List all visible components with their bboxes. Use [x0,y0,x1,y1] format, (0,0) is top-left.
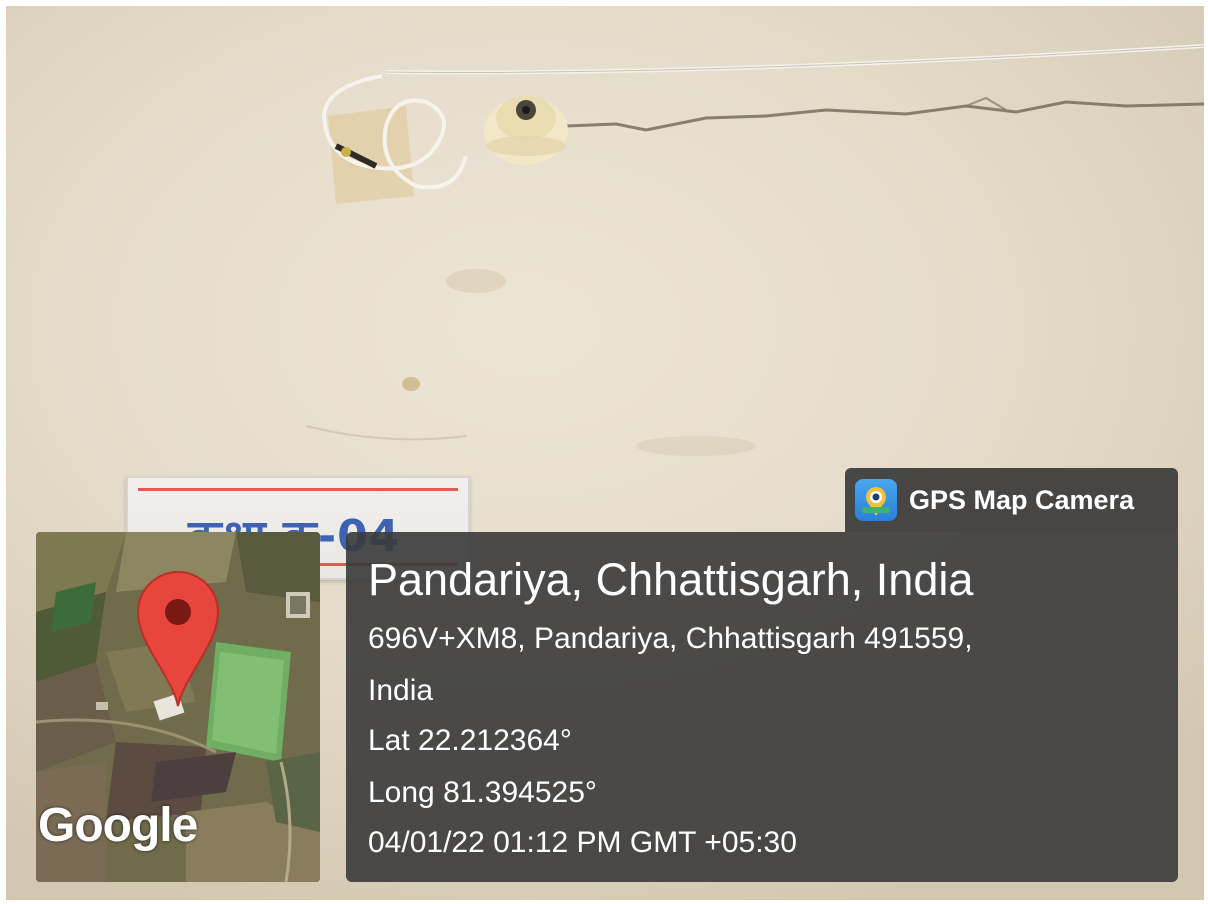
location-info-panel: Pandariya, Chhattisgarh, India 696V+XM8,… [346,532,1178,882]
satellite-map-thumbnail: Google [36,532,320,882]
sign-top-stripe [138,488,458,491]
datetime-text: 04/01/22 01:12 PM GMT +05:30 [368,826,797,859]
app-badge: GPS Map Camera [845,468,1178,532]
gps-map-camera-app-icon [855,479,897,521]
address-line-1: 696V+XM8, Pandariya, Chhattisgarh 491559… [368,622,973,655]
location-title: Pandariya, Chhattisgarh, India [368,554,974,605]
address-line-2: India [368,674,434,707]
app-name-label: GPS Map Camera [909,484,1135,515]
longitude-text: Long 81.394525° [368,776,597,809]
latitude-text: Lat 22.212364° [368,724,572,757]
google-logo: Google [38,799,198,852]
